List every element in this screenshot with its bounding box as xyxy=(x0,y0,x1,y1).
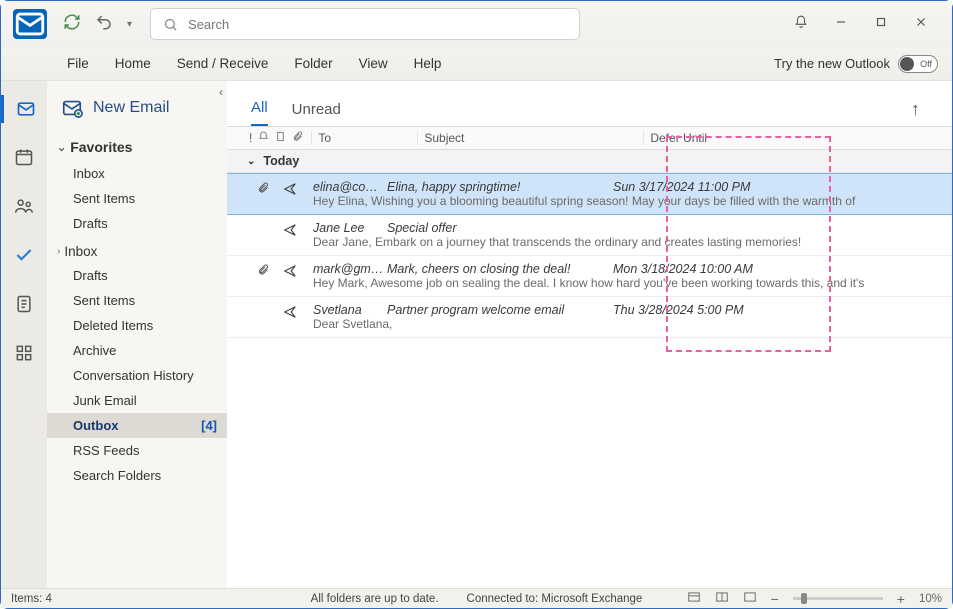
folder-drafts[interactable]: Drafts xyxy=(47,263,227,288)
zoom-slider[interactable] xyxy=(793,597,883,600)
dropdown-icon[interactable]: ▾ xyxy=(127,19,132,30)
folder-archive[interactable]: Archive xyxy=(47,338,227,363)
menu-folder[interactable]: Folder xyxy=(294,56,332,71)
column-defer-until[interactable]: Defer Until xyxy=(643,131,952,145)
title-bar: ▾ Search xyxy=(1,1,952,47)
send-icon xyxy=(283,305,297,322)
close-icon[interactable] xyxy=(914,15,928,34)
attachment-icon xyxy=(257,264,269,279)
rail-notes-icon[interactable] xyxy=(14,294,34,319)
minimize-icon[interactable] xyxy=(834,15,848,34)
status-bar: Items: 4 All folders are up to date. Con… xyxy=(1,588,952,608)
attachment-icon xyxy=(257,182,269,197)
msg-preview: Hey Elina, Wishing you a blooming beauti… xyxy=(277,194,940,208)
folder-outbox[interactable]: Outbox[4] xyxy=(47,413,227,438)
ribbon-menu: File Home Send / Receive Folder View Hel… xyxy=(1,47,952,81)
rail-apps-icon[interactable] xyxy=(14,343,34,368)
try-new-outlook-label: Try the new Outlook xyxy=(774,56,890,71)
menu-file[interactable]: File xyxy=(67,56,89,71)
msg-subject: Partner program welcome email xyxy=(387,303,613,317)
zoom-out-icon[interactable]: − xyxy=(771,591,779,607)
column-to[interactable]: To xyxy=(311,131,417,145)
tab-all[interactable]: All xyxy=(251,99,268,126)
send-icon xyxy=(283,223,297,240)
folder-conversation-history[interactable]: Conversation History xyxy=(47,363,227,388)
undo-icon[interactable] xyxy=(95,13,113,36)
favorite-sent-items[interactable]: Sent Items xyxy=(47,186,227,211)
message-row[interactable]: Jane LeeSpecial offerDear Jane, Embark o… xyxy=(227,215,952,256)
zoom-percent: 10% xyxy=(919,593,942,605)
msg-defer: Mon 3/18/2024 10:00 AM xyxy=(613,262,940,276)
msg-subject: Mark, cheers on closing the deal! xyxy=(387,262,613,276)
msg-subject: Special offer xyxy=(387,221,613,235)
try-new-outlook-toggle[interactable]: Off xyxy=(898,55,938,73)
reminder-column-icon[interactable] xyxy=(258,131,269,145)
nav-rail xyxy=(1,81,47,588)
message-row[interactable]: SvetlanaPartner program welcome emailThu… xyxy=(227,297,952,338)
icon-column-icon[interactable] xyxy=(275,131,286,145)
message-row[interactable]: mark@gmail.comMark, cheers on closing th… xyxy=(227,256,952,297)
sort-arrow-icon[interactable]: ↑ xyxy=(911,99,928,126)
rail-calendar-icon[interactable] xyxy=(14,147,34,172)
rail-people-icon[interactable] xyxy=(14,196,34,221)
send-icon xyxy=(283,182,297,199)
msg-defer: Thu 3/28/2024 5:00 PM xyxy=(613,303,940,317)
msg-preview: Hey Mark, Awesome job on sealing the dea… xyxy=(277,276,940,290)
status-item-count: Items: 4 xyxy=(11,593,52,605)
maximize-icon[interactable] xyxy=(874,15,888,34)
msg-preview: Dear Svetlana, xyxy=(277,317,940,331)
inbox-header[interactable]: ›Inbox xyxy=(47,236,227,263)
msg-subject: Elina, happy springtime! xyxy=(387,180,613,194)
menu-help[interactable]: Help xyxy=(414,56,442,71)
msg-preview: Dear Jane, Embark on a journey that tran… xyxy=(277,235,940,249)
column-header-row: ! To Subject Defer Until xyxy=(227,126,952,150)
folder-sent-items[interactable]: Sent Items xyxy=(47,288,227,313)
status-folders: All folders are up to date. xyxy=(311,593,439,605)
collapse-folder-pane-icon[interactable]: ‹ xyxy=(219,85,223,99)
folder-pane: ‹ New Email ⌄Favorites InboxSent ItemsDr… xyxy=(47,81,227,588)
favorites-header[interactable]: ⌄Favorites xyxy=(47,133,227,161)
view-normal-icon[interactable] xyxy=(687,590,701,607)
attachment-column-icon[interactable] xyxy=(292,131,303,145)
rail-mail-icon[interactable] xyxy=(1,95,47,123)
zoom-in-icon[interactable]: + xyxy=(897,591,905,607)
folder-junk-email[interactable]: Junk Email xyxy=(47,388,227,413)
menu-home[interactable]: Home xyxy=(115,56,151,71)
search-placeholder: Search xyxy=(188,17,229,32)
view-reading-icon[interactable] xyxy=(715,590,729,607)
menu-view[interactable]: View xyxy=(359,56,388,71)
message-row[interactable]: elina@company.comElina, happy springtime… xyxy=(227,173,952,215)
notifications-icon[interactable] xyxy=(794,15,808,34)
folder-search-folders[interactable]: Search Folders xyxy=(47,463,227,488)
column-subject[interactable]: Subject xyxy=(417,131,643,145)
folder-rss-feeds[interactable]: RSS Feeds xyxy=(47,438,227,463)
tab-unread[interactable]: Unread xyxy=(292,101,341,126)
sync-icon[interactable] xyxy=(63,13,81,36)
group-today[interactable]: ⌄Today xyxy=(227,150,952,173)
msg-defer xyxy=(613,221,940,235)
outlook-logo-icon xyxy=(13,9,47,39)
favorite-inbox[interactable]: Inbox xyxy=(47,161,227,186)
status-connection: Connected to: Microsoft Exchange xyxy=(467,593,643,605)
search-input[interactable]: Search xyxy=(150,8,580,40)
folder-deleted-items[interactable]: Deleted Items xyxy=(47,313,227,338)
msg-defer: Sun 3/17/2024 11:00 PM xyxy=(613,180,940,194)
view-compact-icon[interactable] xyxy=(743,590,757,607)
importance-column-icon[interactable]: ! xyxy=(249,131,252,145)
message-list-pane: All Unread ↑ ! To Subject Defer Until ⌄T… xyxy=(227,81,952,588)
favorite-drafts[interactable]: Drafts xyxy=(47,211,227,236)
menu-send-receive[interactable]: Send / Receive xyxy=(177,56,269,71)
send-icon xyxy=(283,264,297,281)
rail-todo-icon[interactable] xyxy=(14,245,34,270)
new-email-button[interactable]: New Email xyxy=(47,89,227,133)
